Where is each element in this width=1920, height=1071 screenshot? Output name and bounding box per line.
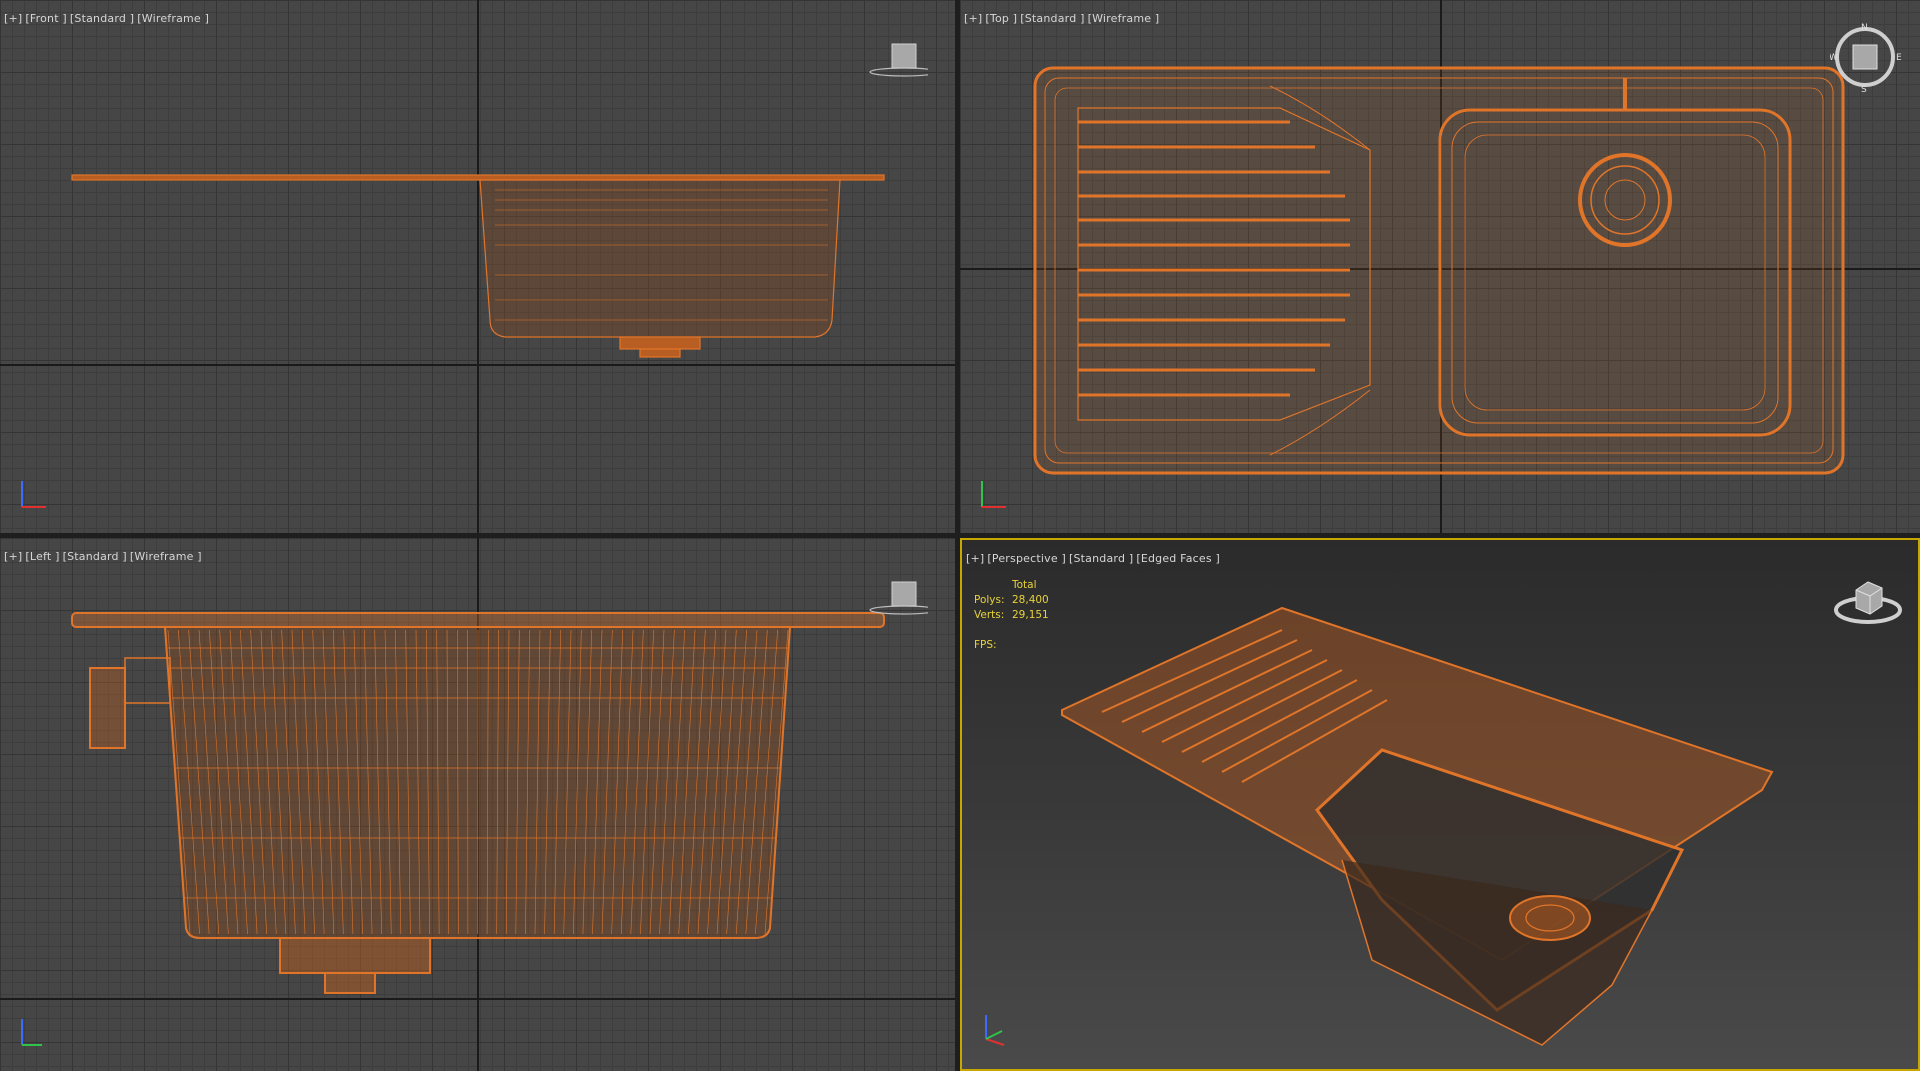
polys-value: 28,400 (1012, 594, 1049, 606)
axis-tripod-icon (21, 1019, 42, 1046)
viewcube-icon[interactable] (1832, 570, 1907, 634)
viewport-display-mode[interactable]: [Wireframe ] (1088, 12, 1160, 25)
fps-label: FPS: (974, 639, 997, 651)
sink-perspective-model (1061, 606, 1774, 1046)
viewport-shading-mode[interactable]: [Standard ] (1020, 12, 1084, 25)
stats-header: Total (1012, 579, 1037, 591)
viewport-shading-mode[interactable]: [Standard ] (70, 12, 134, 25)
viewport-point-of-view[interactable]: [Top ] (985, 12, 1017, 25)
viewport-front[interactable]: [+] [Front ] [Standard ] [Wireframe ] (0, 0, 955, 533)
viewport-menu-plus[interactable]: [+] (966, 552, 984, 565)
verts-label: Verts: (974, 609, 1005, 621)
sink-front-wireframe (71, 174, 885, 358)
viewport-label-perspective[interactable]: [+] [Perspective ] [Standard ] [Edged Faces… (966, 552, 1223, 565)
axis-tripod-icon (981, 481, 1006, 508)
viewport-perspective[interactable]: [+] [Perspective ] [Standard ] [Edged Faces… (960, 538, 1920, 1071)
viewport-menu-plus[interactable]: [+] (4, 550, 22, 563)
viewport-display-mode[interactable]: [Wireframe ] (137, 12, 209, 25)
viewport-shading-mode[interactable]: [Standard ] (63, 550, 127, 563)
verts-value: 29,151 (1012, 609, 1049, 621)
axis-tripod-icon (21, 481, 46, 508)
viewcube-icon[interactable] (868, 578, 939, 622)
viewport-display-mode[interactable]: [Edged Faces ] (1136, 552, 1220, 565)
sink-left-wireframe (71, 612, 885, 994)
viewport-menu-plus[interactable]: [+] (964, 12, 982, 25)
viewcube-icon[interactable]: N S E W (1829, 22, 1910, 102)
compass-n: N (1861, 23, 1868, 33)
viewport-label-front[interactable]: [+] [Front ] [Standard ] [Wireframe ] (4, 12, 212, 25)
viewcube-icon[interactable] (868, 40, 939, 84)
compass-w: W (1830, 53, 1838, 63)
compass-e: E (1896, 53, 1902, 63)
axis-tripod-icon (985, 1015, 1005, 1046)
viewport-label-left[interactable]: [+] [Left ] [Standard ] [Wireframe ] (4, 550, 205, 563)
compass-s: S (1861, 85, 1867, 95)
viewport-point-of-view[interactable]: [Perspective ] (987, 552, 1066, 565)
viewport-point-of-view[interactable]: [Left ] (25, 550, 59, 563)
statistics-panel: Total Polys: 28,400 Verts: 29,151 FPS: (974, 578, 1049, 653)
viewport-label-top[interactable]: [+] [Top ] [Standard ] [Wireframe ] (964, 12, 1162, 25)
sink-top-wireframe (1033, 66, 1845, 475)
viewport-left[interactable]: [+] [Left ] [Standard ] [Wireframe ] (0, 538, 955, 1071)
viewport-shading-mode[interactable]: [Standard ] (1069, 552, 1133, 565)
polys-label: Polys: (974, 594, 1005, 606)
viewport-menu-plus[interactable]: [+] (4, 12, 22, 25)
viewport-top[interactable]: [+] [Top ] [Standard ] [Wireframe ] N S E W (960, 0, 1920, 533)
viewport-display-mode[interactable]: [Wireframe ] (130, 550, 202, 563)
viewport-point-of-view[interactable]: [Front ] (25, 12, 67, 25)
